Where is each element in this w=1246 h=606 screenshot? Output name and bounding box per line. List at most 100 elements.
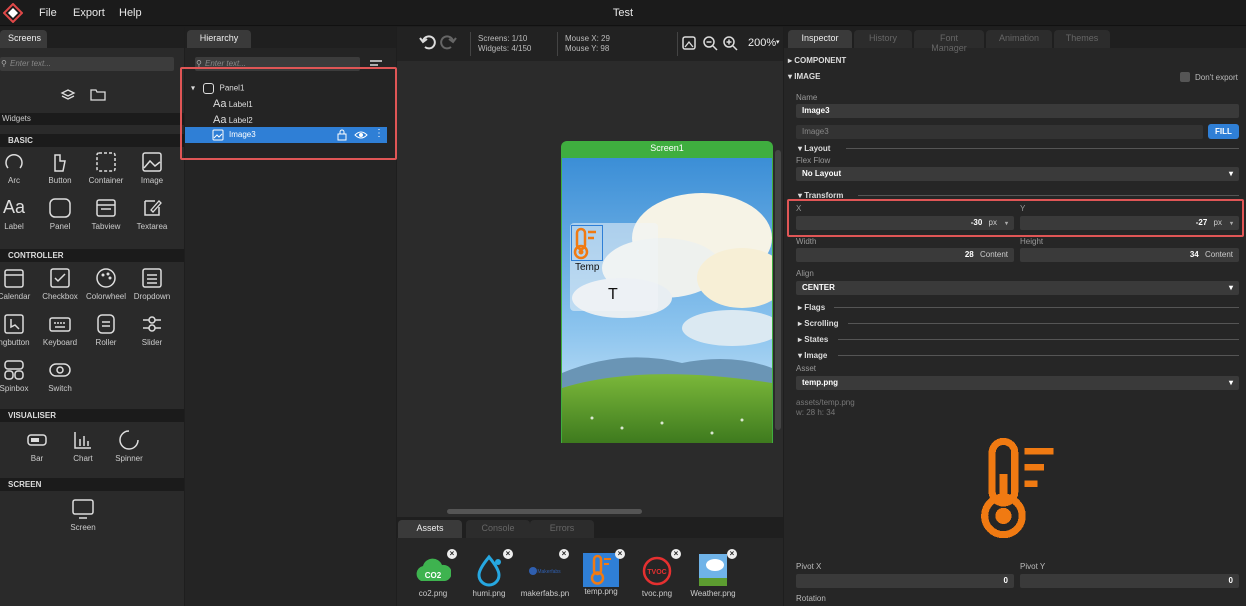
- tab-errors[interactable]: Errors: [530, 520, 594, 538]
- pivot-x-input[interactable]: 0: [796, 574, 1014, 588]
- height-label: Height: [1020, 237, 1044, 246]
- chevron-down-icon: ▾: [1228, 283, 1233, 292]
- flex-flow-select[interactable]: No Layout ▾: [796, 167, 1239, 181]
- widget-colorwheel[interactable]: Colorwheel: [83, 267, 129, 301]
- pivot-y-input[interactable]: 0: [1020, 574, 1239, 588]
- align-select[interactable]: CENTER ▾: [796, 281, 1239, 295]
- widget-screen[interactable]: Screen: [60, 498, 106, 532]
- canvas-vscrollbar[interactable]: [775, 150, 781, 430]
- asset-co2[interactable]: × CO2 co2.png: [405, 549, 461, 598]
- canvas-hscrollbar[interactable]: [447, 509, 642, 514]
- section-image-sub[interactable]: ▾ Image: [798, 351, 827, 360]
- id-input[interactable]: Image3: [796, 125, 1203, 139]
- tab-screens[interactable]: Screens: [0, 30, 47, 48]
- section-states[interactable]: ▸ States: [798, 335, 828, 344]
- widget-imgbutton[interactable]: ngbutton: [0, 313, 37, 347]
- widget-bar[interactable]: Bar: [14, 429, 60, 463]
- asset-weather[interactable]: × Weather.png: [685, 549, 741, 598]
- zoom-level[interactable]: 200%: [748, 37, 776, 49]
- widget-chart[interactable]: Chart: [60, 429, 106, 463]
- folder-icon[interactable]: [90, 89, 106, 104]
- widget-checkbox[interactable]: Checkbox: [37, 267, 83, 301]
- asset-temp[interactable]: × temp.png: [573, 549, 629, 596]
- widget-spinner[interactable]: Spinner: [106, 429, 152, 463]
- section-scrolling[interactable]: ▸ Scrolling: [798, 319, 838, 328]
- tab-themes[interactable]: Themes: [1054, 30, 1110, 48]
- search-icon: ⚲: [1, 59, 7, 68]
- thermometer-preview-icon: [970, 435, 1066, 548]
- pivot-x-label: Pivot X: [796, 562, 822, 571]
- widget-panel[interactable]: Panel: [37, 197, 83, 231]
- panel1-preview[interactable]: Temp T: [570, 223, 658, 311]
- widget-calendar[interactable]: Calendar: [0, 267, 37, 301]
- menu-file[interactable]: File: [39, 7, 57, 19]
- asset-tvoc[interactable]: × TVOC tvoc.png: [629, 549, 685, 598]
- widget-keyboard[interactable]: Keyboard: [37, 313, 83, 347]
- section-component[interactable]: ▸ COMPONENT: [788, 56, 846, 65]
- label2-preview[interactable]: T: [608, 286, 618, 304]
- widget-roller[interactable]: Roller: [83, 313, 129, 347]
- widget-textarea[interactable]: Textarea: [129, 197, 175, 231]
- screens-count: Screens: 1/10: [478, 34, 528, 43]
- widgets-count: Widgets: 4/150: [478, 44, 532, 53]
- image3-preview[interactable]: [571, 225, 603, 261]
- widget-image[interactable]: Image: [129, 151, 175, 185]
- tab-font-manager[interactable]: Font Manager: [914, 30, 984, 53]
- widget-arc[interactable]: Arc: [0, 151, 37, 185]
- close-icon: ×: [615, 549, 625, 559]
- menu-help[interactable]: Help: [119, 7, 142, 19]
- widget-container[interactable]: Container: [83, 151, 129, 185]
- layers-icon[interactable]: [60, 88, 76, 105]
- name-input[interactable]: Image3: [796, 104, 1239, 118]
- height-input[interactable]: 34 Content: [1020, 248, 1239, 262]
- asset-makerfabs[interactable]: × Makerfabs makerfabs.pn: [517, 549, 573, 598]
- tab-inspector[interactable]: Inspector: [788, 30, 852, 48]
- pivot-y-label: Pivot Y: [1020, 562, 1046, 571]
- highlight-box-transform: [787, 199, 1244, 237]
- undo-icon[interactable]: [419, 33, 437, 54]
- tab-hierarchy[interactable]: Hierarchy: [187, 30, 251, 48]
- widget-slider[interactable]: Slider: [129, 313, 175, 347]
- dont-export-checkbox[interactable]: [1180, 72, 1190, 82]
- inspector-panel: Inspector History Font Manager Animation…: [784, 27, 1246, 606]
- fill-button[interactable]: FILL: [1208, 124, 1239, 139]
- zoom-dropdown-icon[interactable]: ▾: [776, 38, 780, 46]
- widget-search-input[interactable]: ⚲ Enter text...: [0, 57, 174, 71]
- section-image[interactable]: ▾ IMAGE: [788, 72, 820, 81]
- fit-screen-icon[interactable]: [682, 36, 696, 53]
- widget-label[interactable]: Aa Label: [0, 197, 37, 231]
- asset-dimensions: w: 28 h: 34: [796, 408, 836, 417]
- close-icon: ×: [447, 549, 457, 559]
- asset-select[interactable]: temp.png ▾: [796, 376, 1239, 390]
- screen1-preview[interactable]: Screen1 Temp T: [561, 141, 773, 443]
- tab-history[interactable]: History: [854, 30, 912, 48]
- svg-text:Makerfabs: Makerfabs: [537, 569, 561, 575]
- asset-humi[interactable]: × humi.png: [461, 549, 517, 598]
- window-title: Test: [612, 7, 634, 19]
- widget-dropdown[interactable]: Dropdown: [129, 267, 175, 301]
- assets-panel: Assets Console Errors × CO2 co2.png × hu…: [397, 517, 783, 606]
- widget-tabview[interactable]: Tabview: [83, 197, 129, 231]
- close-icon: ×: [503, 549, 513, 559]
- svg-text:TVOC: TVOC: [647, 569, 666, 576]
- asset-label: co2.png: [418, 589, 448, 598]
- svg-text:CO2: CO2: [425, 571, 442, 580]
- tab-assets[interactable]: Assets: [398, 520, 462, 538]
- zoom-in-icon[interactable]: [723, 36, 738, 54]
- redo-icon[interactable]: [439, 33, 457, 54]
- widget-switch[interactable]: Switch: [37, 359, 83, 393]
- label1-preview[interactable]: Temp: [575, 262, 599, 273]
- zoom-out-icon[interactable]: [703, 36, 718, 54]
- rotation-label: Rotation: [796, 594, 826, 603]
- widget-button[interactable]: Button: [37, 151, 83, 185]
- width-input[interactable]: 28 Content: [796, 248, 1014, 262]
- menu-export[interactable]: Export: [73, 7, 105, 19]
- tab-animation[interactable]: Animation: [986, 30, 1052, 48]
- asset-label: humi.png: [472, 589, 506, 598]
- section-flags[interactable]: ▸ Flags: [798, 303, 825, 312]
- close-icon: ×: [671, 549, 681, 559]
- section-layout[interactable]: ▾ Layout: [798, 144, 830, 153]
- widget-spinbox[interactable]: Spinbox: [0, 359, 37, 393]
- widgets-panel: Screens ⚲ Enter text... Widgets BASIC Ar…: [0, 27, 184, 606]
- tab-console[interactable]: Console: [466, 520, 530, 538]
